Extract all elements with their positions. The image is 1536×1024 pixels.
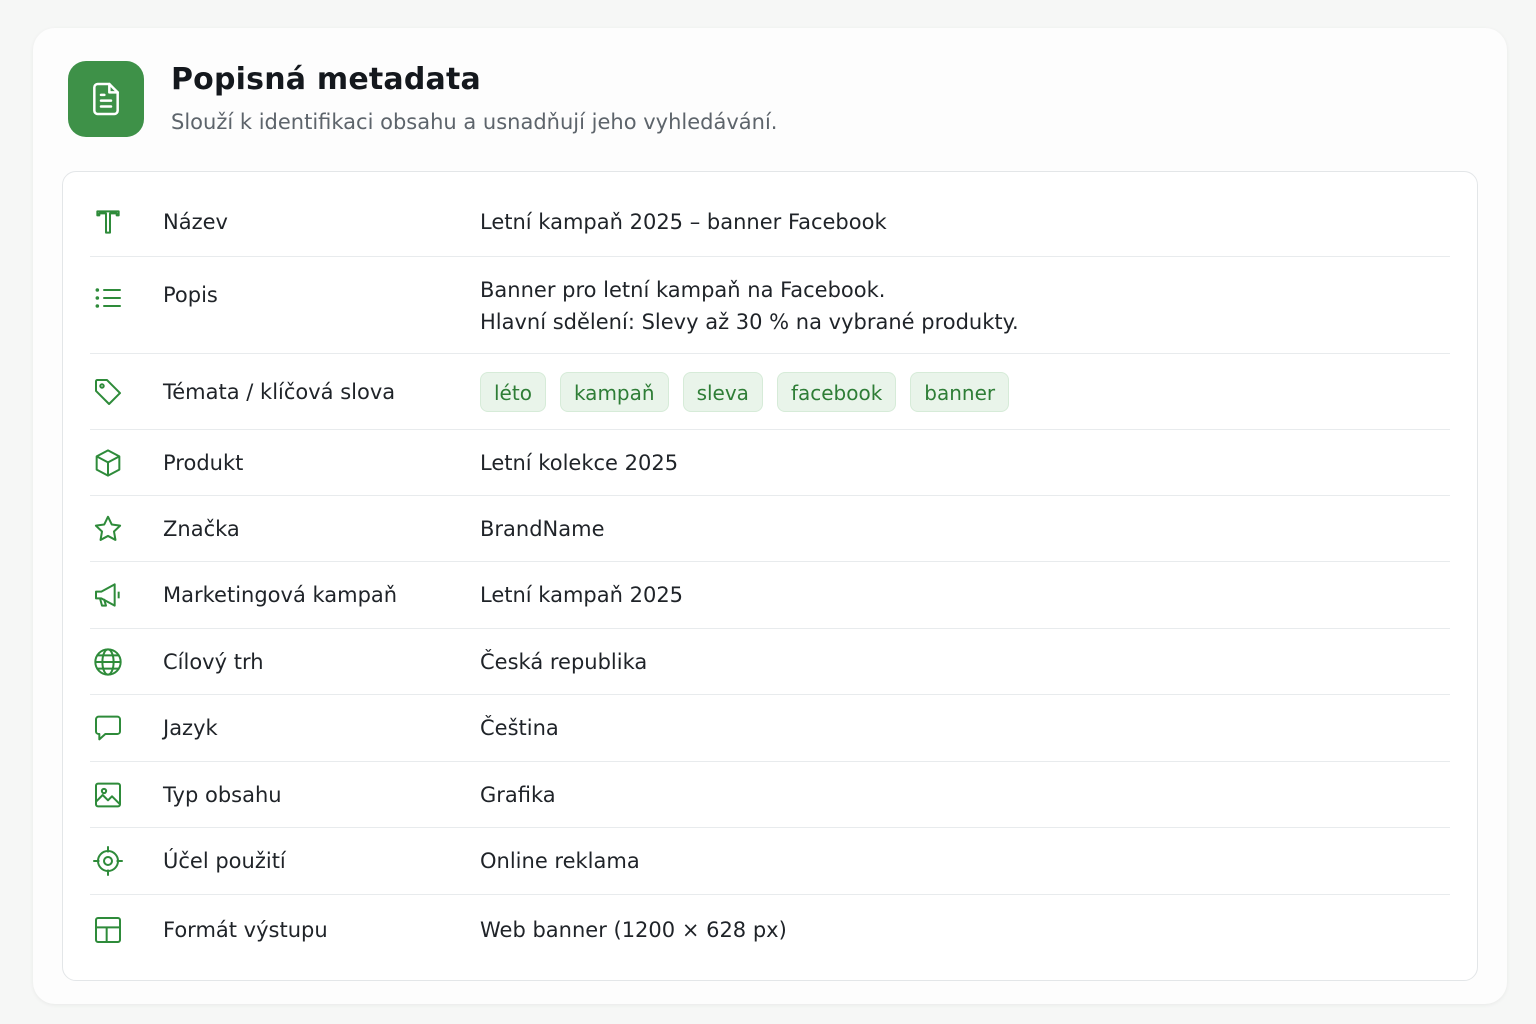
row-label: Cílový trh [163,649,264,674]
row-label: Formát výstupu [163,918,328,942]
globe-icon [92,646,124,678]
metadata-row-keywords: Témata / klíčová slova léto kampaň sleva… [90,354,1450,430]
row-label: Produkt [163,450,244,475]
box-icon [92,447,124,479]
chat-bubble-icon [92,712,124,744]
row-value: Česká republika [480,649,648,674]
metadata-row-brand: Značka BrandName [90,496,1450,562]
row-label: Název [163,209,228,234]
keyword-tag[interactable]: facebook [776,371,897,412]
keyword-tag[interactable]: sleva [682,371,763,412]
megaphone-icon [92,579,124,611]
row-value: Grafika [480,782,556,807]
keyword-tag[interactable]: léto [480,371,546,412]
row-label: Jazyk [163,716,218,740]
page-subtitle: Slouží k identifikaci obsahu a usnadňují… [171,110,778,134]
row-label: Účel použití [163,849,286,873]
row-label: Popis [163,283,218,307]
keyword-tag[interactable]: kampaň [559,371,669,412]
row-value: Letní kampaň 2025 – banner Facebook [480,209,887,234]
metadata-row-product: Produkt Letní kolekce 2025 [90,430,1450,496]
row-label: Marketingová kampaň [163,583,398,607]
layout-icon [92,914,124,946]
text-icon [92,206,124,238]
metadata-rows: Název Letní kampaň 2025 – banner Faceboo… [90,187,1450,965]
metadata-card: Popisná metadata Slouží k identifikaci o… [33,28,1507,1004]
metadata-row-language: Jazyk Čeština [90,695,1450,762]
document-icon [68,61,144,137]
metadata-row-purpose: Účel použití Online reklama [90,828,1450,895]
row-value-line-1: Banner pro letní kampaň na Facebook. [480,278,886,302]
row-value: Letní kampaň 2025 [480,583,684,607]
row-value: Čeština [480,716,559,740]
star-icon [92,513,124,545]
row-label: Témata / klíčová slova [163,379,396,404]
keyword-tag[interactable]: banner [910,371,1010,412]
row-value: Online reklama [480,849,640,873]
list-icon [92,282,124,314]
metadata-panel: Název Letní kampaň 2025 – banner Faceboo… [62,171,1478,981]
metadata-row-campaign: Marketingová kampaň Letní kampaň 2025 [90,562,1450,629]
page-title: Popisná metadata [171,62,481,97]
row-label: Značka [163,516,240,541]
metadata-row-description: Popis Banner pro letní kampaň na Faceboo… [90,257,1450,354]
target-icon [92,845,124,877]
tag-icon [92,376,124,408]
metadata-row-name: Název Letní kampaň 2025 – banner Faceboo… [90,187,1450,257]
row-label: Typ obsahu [163,782,282,807]
row-value: Letní kolekce 2025 [480,450,679,475]
metadata-row-market: Cílový trh Česká republika [90,629,1450,695]
image-icon [92,779,124,811]
keyword-tags: léto kampaň sleva facebook banner [480,371,1010,412]
row-value: Web banner (1200 × 628 px) [480,918,787,942]
row-value-line-2: Hlavní sdělení: Slevy až 30 % na vybrané… [480,310,1019,334]
metadata-row-output-format: Formát výstupu Web banner (1200 × 628 px… [90,895,1450,965]
metadata-row-content-type: Typ obsahu Grafika [90,762,1450,828]
row-value: BrandName [480,516,605,541]
